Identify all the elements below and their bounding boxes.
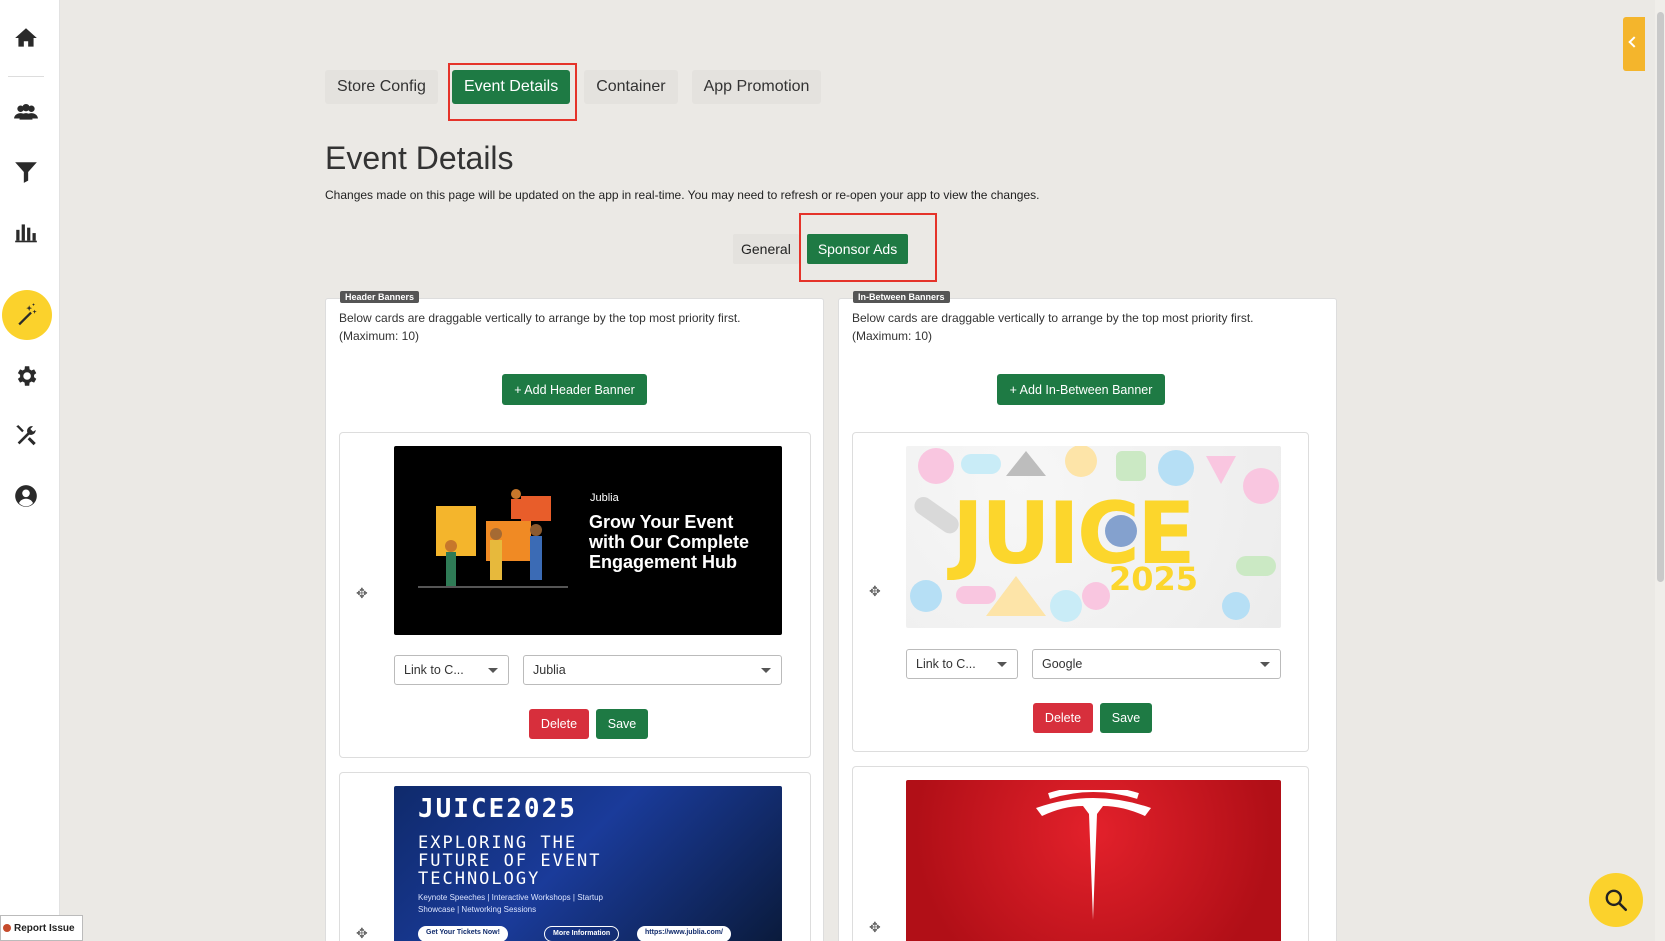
banner-image-tesla [906,780,1281,941]
select-value: Jublia [533,663,566,677]
chevron-down-icon [761,668,771,673]
in-between-banners-description: Below cards are draggable vertically to … [852,309,1254,345]
header-banner-card[interactable]: ✥ JUICE2025 EXPLORING THE FUTURE OF EVEN… [339,772,811,941]
gear-icon[interactable] [0,356,52,396]
add-in-between-banner-button[interactable]: + Add In-Between Banner [997,374,1165,405]
magic-wand-icon[interactable] [2,290,52,340]
scrollbar-thumb[interactable] [1657,12,1664,582]
chevron-down-icon [1260,662,1270,667]
banner-image-juice-2025: JUICE 2025 [906,446,1281,628]
highlight-box-tab [448,63,577,121]
add-header-banner-button[interactable]: + Add Header Banner [502,374,647,405]
page-scrollbar[interactable] [1655,0,1665,941]
tesla-logo-icon [1036,790,1151,920]
banner-year: 2025 [1109,560,1199,598]
illustration-people [418,489,568,588]
tab-app-promotion[interactable]: App Promotion [691,70,822,104]
banner-url: https://www.jublia.com/ [637,926,731,941]
chevron-down-icon [488,668,498,673]
banner-subtitle: EXPLORING THE FUTURE OF EVENT TECHNOLOGY [418,833,602,889]
save-button[interactable]: Save [596,709,648,739]
banner-cta: Get Your Tickets Now! [418,926,508,941]
link-type-select[interactable]: Link to C... [906,649,1018,679]
banner-cta: More Information [544,926,620,941]
users-icon[interactable] [0,92,52,132]
drag-handle-icon[interactable]: ✥ [869,919,881,936]
collapse-panel-tab[interactable] [1623,17,1645,71]
search-fab-button[interactable] [1589,873,1643,927]
report-issue-button[interactable]: Report Issue [0,915,83,941]
banner-image-juice: JUICE2025 EXPLORING THE FUTURE OF EVENT … [394,786,782,941]
link-type-select[interactable]: Link to C... [394,655,509,685]
description-line: Below cards are draggable vertically to … [852,311,1254,325]
chart-icon[interactable] [0,212,52,252]
drag-handle-icon[interactable]: ✥ [356,585,368,602]
sidebar-divider [8,76,44,77]
in-between-banner-card[interactable]: ✥ [852,766,1309,941]
description-max: (Maximum: 10) [852,329,933,343]
banner-headline: Grow Your Event with Our Complete Engage… [589,512,750,572]
header-banners-description: Below cards are draggable vertically to … [339,309,741,345]
highlight-box-subtab [799,213,937,282]
header-banners-label: Header Banners [340,291,420,303]
tab-container[interactable]: Container [584,70,678,104]
select-value: Link to C... [916,657,976,671]
banner-brand: Jublia [590,492,619,504]
save-button[interactable]: Save [1100,703,1152,733]
drag-handle-icon[interactable]: ✥ [356,925,368,941]
header-banner-card[interactable]: ✥ Jublia Grow Your Event with Our Comple… [339,432,811,758]
description-max: (Maximum: 10) [339,329,420,343]
description-line: Below cards are draggable vertically to … [339,311,741,325]
filter-icon[interactable] [0,152,52,192]
bug-icon [3,924,11,932]
delete-button[interactable]: Delete [529,709,589,739]
banner-title: JUICE2025 [418,794,577,824]
tools-icon[interactable] [0,416,52,456]
page-title: Event Details [325,140,514,176]
target-select[interactable]: Google [1032,649,1281,679]
search-icon [1605,889,1628,912]
in-between-banner-card[interactable]: ✥ JUICE 2025 Link to C... Google Delete … [852,432,1309,752]
delete-button[interactable]: Delete [1033,703,1093,733]
page-subtitle: Changes made on this page will be update… [325,188,1040,202]
chevron-down-icon [997,662,1007,667]
subtab-general[interactable]: General [733,234,799,264]
account-icon[interactable] [0,476,52,516]
select-value: Google [1042,657,1083,671]
sidebar [0,0,60,941]
select-value: Link to C... [404,663,464,677]
drag-handle-icon[interactable]: ✥ [869,583,881,600]
target-select[interactable]: Jublia [523,655,782,685]
banner-image-jublia: Jublia Grow Your Event with Our Complete… [394,446,782,635]
home-icon[interactable] [0,18,52,58]
tab-store-config[interactable]: Store Config [325,70,438,104]
report-issue-label: Report Issue [14,922,75,934]
in-between-banners-label: In-Between Banners [853,291,950,303]
banner-detail: Keynote Speeches | Interactive Workshops… [418,893,603,914]
